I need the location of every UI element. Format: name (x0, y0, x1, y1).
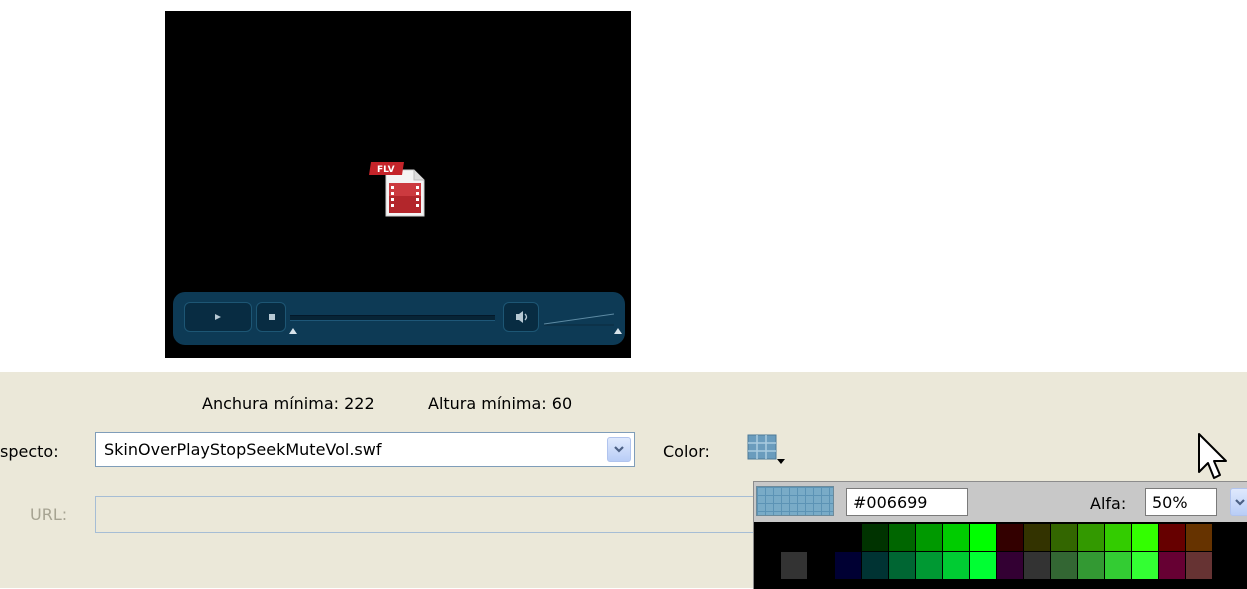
alpha-input[interactable]: 50% (1145, 488, 1217, 516)
seek-handle-icon[interactable] (288, 327, 298, 335)
player-skin-bar (173, 292, 625, 345)
min-width-label: Anchura mínima: 222 (202, 394, 375, 413)
chevron-down-icon (614, 446, 624, 453)
color-swatch[interactable] (1186, 552, 1212, 579)
color-swatch[interactable] (970, 524, 996, 551)
play-icon (215, 314, 221, 320)
alpha-label: Alfa: (1090, 494, 1127, 513)
min-height-label: Altura mínima: 60 (428, 394, 573, 413)
alpha-dropdown-button[interactable] (1230, 488, 1247, 516)
stop-button[interactable] (256, 302, 286, 332)
color-swatch[interactable] (943, 524, 969, 551)
volume-handle-icon[interactable] (613, 327, 623, 335)
color-swatch[interactable] (835, 552, 861, 579)
chevron-down-icon (1235, 499, 1245, 506)
volume-slider[interactable] (544, 310, 614, 326)
color-swatch[interactable] (916, 552, 942, 579)
color-swatch[interactable] (943, 552, 969, 579)
color-swatch[interactable] (970, 552, 996, 579)
skin-dropdown-button[interactable] (607, 437, 631, 462)
color-swatch[interactable] (1051, 524, 1077, 551)
color-swatch[interactable] (781, 552, 807, 579)
color-swatch[interactable] (1159, 552, 1185, 579)
color-swatch-button[interactable] (746, 433, 786, 465)
color-swatch[interactable] (754, 552, 780, 579)
color-swatch[interactable] (1024, 524, 1050, 551)
hex-color-input[interactable]: #006699 (846, 488, 968, 516)
color-swatch[interactable] (916, 524, 942, 551)
color-swatch[interactable] (1105, 552, 1131, 579)
skin-dropdown-value: SkinOverPlayStopSeekMuteVol.swf (104, 440, 382, 459)
color-swatch[interactable] (997, 524, 1023, 551)
stop-icon (269, 314, 275, 320)
color-swatch[interactable] (1132, 524, 1158, 551)
svg-text:FLV: FLV (377, 165, 395, 175)
mouse-cursor-icon (1198, 433, 1227, 479)
seek-bar[interactable] (290, 315, 495, 321)
color-swatch[interactable] (781, 524, 807, 551)
color-label: Color: (663, 442, 710, 461)
color-swatch[interactable] (1051, 552, 1077, 579)
color-swatch[interactable] (1105, 524, 1131, 551)
speaker-icon (516, 311, 528, 323)
skin-label: specto: (0, 442, 59, 461)
url-field[interactable] (95, 496, 755, 533)
mute-button[interactable] (503, 302, 539, 332)
color-swatch[interactable] (862, 524, 888, 551)
color-swatch[interactable] (1186, 524, 1212, 551)
color-swatch[interactable] (808, 552, 834, 579)
color-preview-swatch (756, 486, 834, 516)
color-swatch[interactable] (754, 524, 780, 551)
color-swatch[interactable] (1024, 552, 1050, 579)
flv-file-icon: FLV (369, 162, 425, 217)
skin-dropdown[interactable]: SkinOverPlayStopSeekMuteVol.swf (95, 432, 635, 467)
color-swatch[interactable] (808, 524, 834, 551)
color-swatch[interactable] (1078, 524, 1104, 551)
color-picker-popup: #006699 Alfa: 50% (753, 481, 1247, 589)
play-button[interactable] (184, 302, 252, 332)
color-swatch-grid[interactable] (754, 522, 1247, 589)
color-swatch[interactable] (1159, 524, 1185, 551)
color-swatch[interactable] (889, 524, 915, 551)
color-swatch[interactable] (835, 524, 861, 551)
color-swatch[interactable] (862, 552, 888, 579)
color-swatch[interactable] (889, 552, 915, 579)
url-label: URL: (30, 505, 68, 524)
color-swatch[interactable] (997, 552, 1023, 579)
video-preview: FLV (165, 11, 631, 358)
color-swatch[interactable] (1132, 552, 1158, 579)
color-swatch[interactable] (1078, 552, 1104, 579)
